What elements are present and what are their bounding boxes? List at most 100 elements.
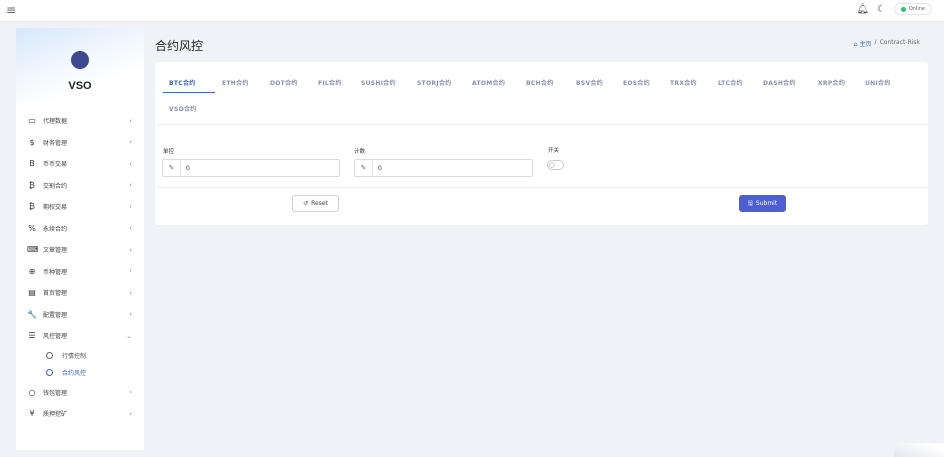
tab-contract[interactable]: FIL合约 (318, 78, 342, 87)
contract-risk-card: BTC合约 ETH合约 DOT合约 FIL合约 SUSHI合约 STORJ合约 ATOM合约… (155, 62, 928, 225)
tab-contract[interactable]: BTC合约 (169, 78, 196, 87)
sidebar-item[interactable]: ₿ 期权交易 ‹ (16, 196, 144, 218)
home-icon: ⌂ (853, 41, 858, 48)
save-icon: 🖫 (747, 199, 753, 207)
pencil-icon: ✎ (163, 160, 181, 176)
moon-icon[interactable]: ☾ (877, 4, 886, 15)
sidebar-item-label: 永续合约 (43, 225, 68, 233)
sidebar-item[interactable]: % 永续合约 ‹ (16, 218, 144, 240)
bitcoin-b-icon: B (29, 159, 35, 169)
submit-button[interactable]: 🖫 Submit (739, 195, 786, 212)
tab-contract[interactable]: LTC合约 (718, 78, 743, 87)
chevron-down-icon: ⌄ (126, 331, 132, 340)
bell-icon[interactable]: 🔔︎ (856, 4, 869, 15)
tab-contract[interactable]: XRP合约 (818, 78, 845, 87)
keyboard-icon: ⌨ (27, 245, 39, 255)
chevron-left-icon: ‹ (129, 267, 132, 276)
hamburger-icon[interactable]: ≡ (6, 3, 16, 17)
sidebar-item[interactable]: ☰ 风控管理 ⌄ (16, 325, 144, 347)
tab-contract[interactable]: ATOM合约 (472, 78, 505, 87)
brand-name: VSO (68, 80, 92, 92)
submit-label: Submit (755, 200, 778, 207)
sidebar-item-label: 风控管理 (43, 333, 68, 341)
tabs-divider (155, 124, 928, 125)
status-badge[interactable]: Online (893, 3, 932, 15)
sidebar-item-label: 文章管理 (43, 247, 68, 255)
chevron-left-icon: ‹ (129, 388, 132, 397)
tab-contract[interactable]: BSV合约 (576, 78, 603, 87)
field2-label: 计数 (354, 149, 366, 155)
toggle-knob (549, 162, 555, 168)
field2-input-group[interactable]: ✎ 0 (354, 159, 533, 177)
sidebar-item[interactable]: ○ 钱包管理 ‹ (16, 382, 144, 404)
tab-contract[interactable]: SUSHI合约 (361, 78, 396, 87)
wrench-icon: 🔧 (27, 309, 37, 319)
breadcrumb: ⌂ 主页 / Contract-Risk (854, 39, 920, 48)
sidebar-subitem[interactable]: 行情控制 (16, 347, 144, 365)
field1-label: 单控 (163, 149, 175, 155)
sidebar: VSO ▭ 代理数据 ‹ $ 财务管理 ‹ B 币币交易 ‹ ₿ 交割合约 ‹ ₿ 期权交易 ‹% 永续合约 ‹… (16, 28, 144, 450)
yen-icon: ¥ (29, 409, 35, 419)
chevron-left-icon: ‹ (129, 288, 132, 297)
sidebar-item[interactable]: ⌨ 文章管理 ‹ (16, 239, 144, 261)
chevron-left-icon: ‹ (129, 159, 132, 168)
online-status-dot (900, 6, 906, 12)
tab-contract[interactable]: ETH合约 (222, 78, 249, 87)
sidebar-item-label: 期权交易 (43, 204, 68, 212)
circle-icon (46, 351, 53, 359)
chevron-left-icon: ‹ (129, 409, 132, 418)
tab-contract[interactable]: UNI合约 (865, 78, 891, 87)
sidebar-item-label: 钱包管理 (43, 389, 68, 397)
breadcrumb-home[interactable]: ⌂ 主页 (854, 39, 872, 48)
circle-icon: ○ (28, 387, 36, 397)
sidebar-item-label: 财务管理 (43, 139, 68, 147)
sidebar-item[interactable]: ▤ 首页管理 ‹ (16, 282, 144, 304)
tab-contract[interactable]: BCH合约 (526, 78, 554, 87)
sidebar-item-label: 代理数据 (43, 118, 68, 126)
chevron-left-icon: ‹ (129, 116, 132, 125)
sidebar-item-label: 质押挖矿 (43, 411, 68, 419)
layout-icon: ▤ (28, 288, 36, 298)
tab-contract[interactable]: TRX合约 (670, 78, 697, 87)
breadcrumb-current: Contract-Risk (879, 39, 920, 46)
field2-input[interactable]: 0 (373, 165, 382, 172)
switch-label: 开关 (548, 148, 560, 154)
breadcrumb-home-label: 主页 (859, 41, 872, 48)
sidebar-item[interactable]: ¥ 质押挖矿 ‹ (16, 403, 144, 425)
circle-icon (46, 369, 53, 377)
sidebar-item[interactable]: ₿ 交割合约 ‹ (16, 175, 144, 197)
chevron-left-icon: ‹ (129, 181, 132, 190)
brand-logo (71, 51, 89, 69)
sidebar-item[interactable]: 🔧 配置管理 ‹ (16, 304, 144, 326)
toggle-switch[interactable] (547, 160, 564, 170)
bitcoin-icon: ₿ (29, 180, 35, 190)
sidebar-item-label: 首页管理 (43, 290, 68, 298)
tab-contract[interactable]: DOT合约 (270, 78, 298, 87)
chevron-left-icon: ‹ (129, 310, 132, 319)
tab-contract[interactable]: EOS合约 (623, 78, 650, 87)
top-right-actions: 🔔︎ ☾ Online (856, 3, 932, 15)
tab-contract[interactable]: VSO合约 (169, 104, 197, 113)
dollar-icon: $ (29, 137, 35, 147)
reset-button[interactable]: ↺ Reset (292, 195, 339, 212)
sidebar-item[interactable]: ⊕ 币种管理 ‹ (16, 261, 144, 283)
chevron-left-icon: ‹ (129, 224, 132, 233)
sidebar-item[interactable]: $ 财务管理 ‹ (16, 132, 144, 154)
breadcrumb-separator: / (874, 39, 877, 46)
active-tab-underline (163, 92, 215, 93)
sidebar-subitem-label: 合约风控 (62, 370, 87, 378)
contract-tabs: BTC合约 ETH合约 DOT合约 FIL合约 SUSHI合约 STORJ合约 ATOM合约… (163, 74, 903, 124)
sidebar-subitem[interactable]: 合约风控 (16, 364, 144, 382)
sidebar-item-label: 币币交易 (43, 161, 68, 169)
sidebar-header: VSO (16, 28, 144, 106)
field1-input-group[interactable]: ✎ 0 (162, 159, 340, 177)
page-title: 合约风控 (155, 39, 204, 53)
tab-contract[interactable]: DASH合约 (763, 78, 796, 87)
sidebar-item[interactable]: B 币币交易 ‹ (16, 153, 144, 175)
sidebar-item[interactable]: ▭ 代理数据 ‹ (16, 110, 144, 132)
id-card-icon: ▭ (28, 116, 36, 126)
coin-icon: ⊕ (28, 266, 36, 276)
pencil-icon: ✎ (355, 160, 373, 176)
tab-contract[interactable]: STORJ合约 (417, 78, 451, 87)
field1-input[interactable]: 0 (181, 165, 190, 172)
